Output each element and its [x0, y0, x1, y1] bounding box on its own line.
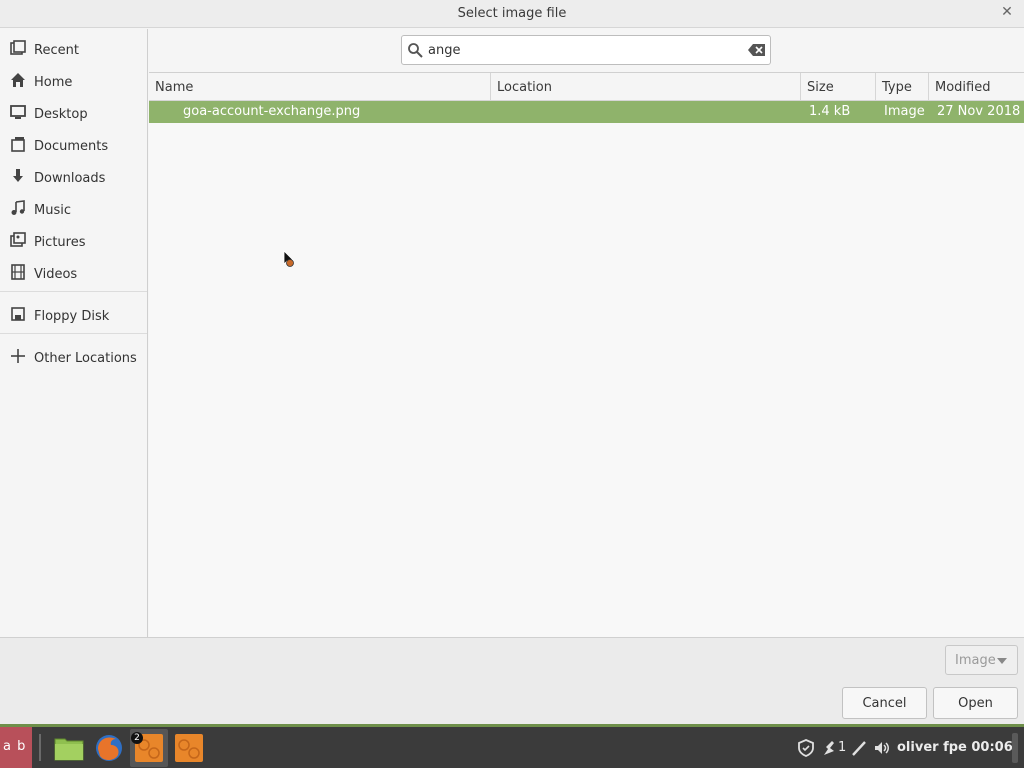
- column-header-type[interactable]: Type: [876, 73, 929, 101]
- sidebar-item-label: Documents: [34, 139, 109, 154]
- taskbar-separator: [39, 734, 41, 761]
- sidebar-item-label: Floppy Disk: [34, 309, 110, 324]
- places-sidebar: Recent Home Desktop Documents Downloads …: [0, 29, 148, 637]
- sidebar-item-label: Music: [34, 203, 71, 218]
- start-menu-button[interactable]: a b: [0, 727, 32, 768]
- column-header-label: Size: [807, 80, 834, 95]
- sidebar-item-label: Desktop: [34, 107, 88, 122]
- sidebar-item-other-locations[interactable]: Other Locations: [0, 341, 147, 369]
- column-headers: Name Location Size Type Modified: [149, 73, 1024, 101]
- dialog-titlebar[interactable]: Select image file ✕: [0, 0, 1024, 28]
- home-icon: [11, 73, 25, 87]
- pen-icon[interactable]: [851, 739, 867, 757]
- app-orange-icon: [175, 734, 203, 762]
- videos-icon: [11, 264, 25, 280]
- file-chooser-dialog: Select image file ✕ Recent Home Desktop …: [0, 0, 1024, 724]
- sidebar-item-home[interactable]: Home: [0, 65, 147, 93]
- plus-icon: [11, 349, 25, 363]
- sidebar-divider: [0, 291, 147, 292]
- file-name: goa-account-exchange.png: [183, 104, 361, 119]
- sidebar-item-label: Home: [34, 75, 73, 90]
- dialog-title: Select image file: [457, 6, 567, 21]
- app-launcher-orange[interactable]: [170, 729, 208, 767]
- sidebar-divider: [0, 333, 147, 334]
- documents-icon: [11, 137, 25, 152]
- open-button[interactable]: Open: [933, 687, 1018, 719]
- file-list[interactable]: Name Location Size Type Modified goa-acc…: [149, 72, 1024, 637]
- sidebar-item-recent[interactable]: Recent: [0, 33, 147, 61]
- search-input[interactable]: [428, 41, 728, 59]
- recent-icon: [10, 40, 26, 55]
- dialog-footer: Image Cancel Open: [0, 637, 1024, 724]
- mouse-cursor-icon: [283, 250, 294, 268]
- sidebar-item-pictures[interactable]: Pictures: [0, 225, 147, 253]
- sidebar-item-floppy-disk[interactable]: Floppy Disk: [0, 299, 147, 327]
- shield-icon[interactable]: [797, 739, 815, 757]
- column-header-size[interactable]: Size: [801, 73, 876, 101]
- clear-search-icon[interactable]: [748, 43, 766, 57]
- network-icon[interactable]: [822, 739, 838, 757]
- floppy-icon: [11, 307, 25, 321]
- sidebar-item-documents[interactable]: Documents: [0, 129, 147, 157]
- column-header-modified[interactable]: Modified: [929, 73, 1024, 101]
- menu-label: a b: [3, 739, 27, 754]
- volume-icon[interactable]: [873, 739, 891, 757]
- column-header-location[interactable]: Location: [491, 73, 801, 101]
- desktop-icon: [10, 105, 26, 119]
- file-type-filter-dropdown[interactable]: Image: [945, 645, 1018, 675]
- sidebar-item-label: Videos: [34, 267, 78, 282]
- chevron-down-icon: [997, 658, 1007, 664]
- firefox-icon: [96, 735, 122, 761]
- search-icon: [408, 43, 423, 58]
- column-header-name[interactable]: Name: [149, 73, 491, 101]
- sidebar-item-videos[interactable]: Videos: [0, 257, 147, 285]
- sidebar-item-label: Other Locations: [34, 351, 137, 366]
- column-header-label: Modified: [935, 80, 991, 95]
- file-type: Image: [884, 104, 925, 119]
- file-manager-launcher[interactable]: [50, 729, 88, 767]
- filter-label: Image: [955, 653, 996, 668]
- folder-icon: [54, 738, 84, 761]
- show-desktop-handle[interactable]: [1012, 733, 1018, 763]
- sidebar-item-music[interactable]: Music: [0, 193, 147, 221]
- window-count-badge: 2: [131, 732, 143, 744]
- music-icon: [11, 200, 25, 215]
- sidebar-item-desktop[interactable]: Desktop: [0, 97, 147, 125]
- sidebar-item-downloads[interactable]: Downloads: [0, 161, 147, 189]
- taskbar: a b 2 1 oliver fpe 00:06: [0, 724, 1024, 768]
- file-modified: 27 Nov 2018: [937, 104, 1021, 119]
- cancel-button[interactable]: Cancel: [842, 687, 927, 719]
- cancel-button-label: Cancel: [862, 696, 907, 711]
- sidebar-item-label: Pictures: [34, 235, 86, 250]
- downloads-icon: [13, 169, 23, 182]
- sidebar-item-label: Downloads: [34, 171, 106, 186]
- table-row[interactable]: goa-account-exchange.png 1.4 kB Image 27…: [149, 101, 1024, 123]
- user-and-clock[interactable]: oliver fpe 00:06: [897, 740, 1013, 755]
- open-button-label: Open: [958, 696, 993, 711]
- close-icon[interactable]: ✕: [1000, 5, 1014, 19]
- column-header-label: Name: [155, 80, 194, 95]
- pictures-icon: [10, 232, 26, 247]
- sidebar-item-label: Recent: [34, 43, 79, 58]
- notification-count: 1: [838, 740, 847, 755]
- file-size: 1.4 kB: [809, 104, 851, 119]
- search-field[interactable]: [401, 35, 771, 65]
- column-header-label: Type: [882, 80, 912, 95]
- column-header-label: Location: [497, 80, 552, 95]
- search-bar: [149, 29, 1024, 72]
- firefox-launcher[interactable]: [90, 729, 128, 767]
